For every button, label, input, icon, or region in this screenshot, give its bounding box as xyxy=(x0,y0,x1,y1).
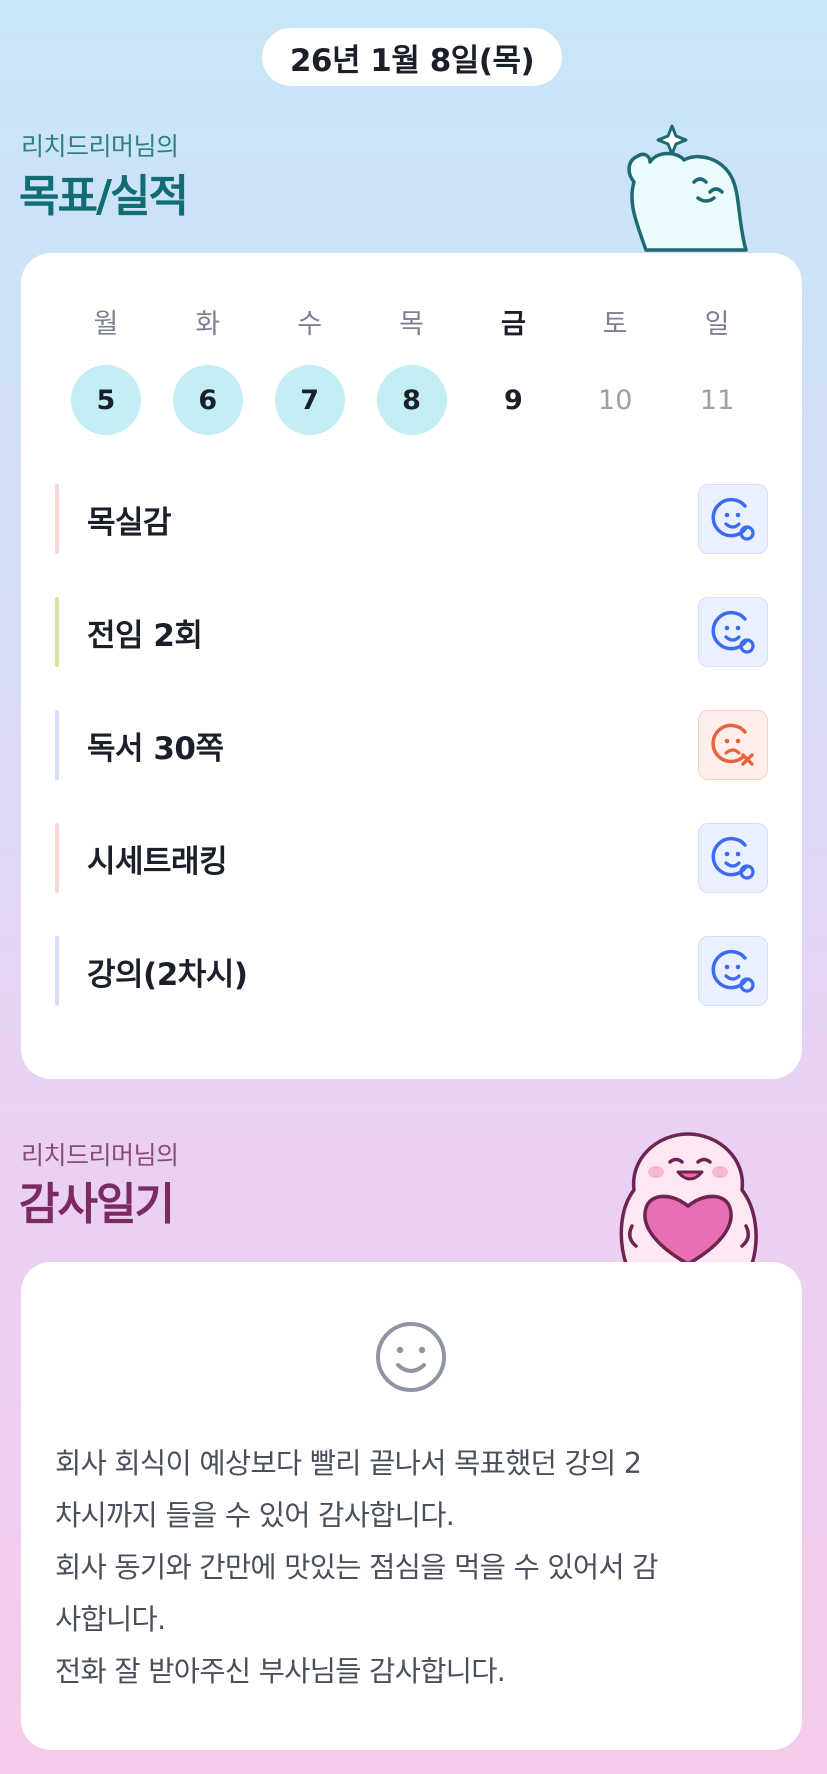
goal-label: 목실감 xyxy=(87,504,172,541)
date-cell-completed[interactable]: 5 xyxy=(70,365,141,435)
goal-item[interactable]: 독서 30쪽 xyxy=(55,710,768,780)
date-cell-future[interactable]: 10 xyxy=(580,365,650,435)
date-cell-completed[interactable]: 6 xyxy=(172,365,243,435)
date-cell-today[interactable]: 9 xyxy=(478,365,548,435)
date-pill[interactable]: 26년 1월 8일(목) xyxy=(262,28,562,86)
mood-indicator xyxy=(374,1320,448,1394)
goal-color-bar xyxy=(55,936,59,1006)
current-date: 26년 1월 8일(목) xyxy=(289,42,535,79)
goal-item[interactable]: 목실감 xyxy=(55,484,768,554)
weekday-label: 수 xyxy=(297,308,323,340)
weekday-label: 토 xyxy=(602,308,628,340)
date-cell-future[interactable]: 11 xyxy=(682,365,752,435)
goal-label: 전임 2회 xyxy=(87,617,203,654)
smile-check-icon xyxy=(711,836,755,880)
journal-line: 사합니다. xyxy=(55,1603,166,1636)
smile-check-icon xyxy=(711,949,755,993)
sad-x-icon xyxy=(711,723,754,766)
goal-status-button[interactable] xyxy=(698,484,768,554)
smile-face-icon xyxy=(376,1322,446,1392)
thanks-subtitle: 리치드리머님의 xyxy=(21,1141,179,1170)
goal-item[interactable]: 전임 2회 xyxy=(55,597,768,667)
goal-item[interactable]: 시세트래킹 xyxy=(55,823,768,893)
date-cell-selected[interactable]: 8 xyxy=(376,365,447,435)
goal-color-bar xyxy=(55,597,59,667)
weekday-header: 월 화 수 목 금 토 일 xyxy=(55,303,768,340)
journal-line: 회사 동기와 간만에 맛있는 점심을 먹을 수 있어서 감 xyxy=(55,1551,658,1584)
week-dates: 5 6 7 8 9 10 11 xyxy=(55,365,768,435)
weekday-label: 일 xyxy=(704,308,730,340)
goals-title: 목표/실적 xyxy=(19,171,189,222)
goal-color-bar xyxy=(55,823,59,893)
journal-line: 차시까지 들을 수 있어 감사합니다. xyxy=(55,1499,455,1532)
goals-card: 월 화 수 목 금 토 일 5 6 7 8 9 10 11 목실감 전임 2회 xyxy=(21,253,802,1079)
goal-label: 시세트래킹 xyxy=(87,843,228,880)
weekday-label: 목 xyxy=(399,308,424,340)
smile-check-icon xyxy=(711,497,755,541)
goal-color-bar xyxy=(55,710,59,780)
goal-label: 강의(2차시) xyxy=(87,956,248,993)
journal-line: 회사 회식이 예상보다 빨리 끝나서 목표했던 강의 2 xyxy=(55,1447,642,1480)
weekday-label-today: 금 xyxy=(500,308,526,340)
gratitude-journal-card: 회사 회식이 예상보다 빨리 끝나서 목표했던 강의 2 차시까지 들을 수 있… xyxy=(21,1262,802,1750)
goal-status-button[interactable] xyxy=(698,823,768,893)
goal-status-button[interactable] xyxy=(698,597,768,667)
goal-item[interactable]: 강의(2차시) xyxy=(55,936,768,1006)
smile-check-icon xyxy=(711,610,755,654)
goals-subtitle: 리치드리머님의 xyxy=(21,132,179,161)
journal-line: 전화 잘 받아주신 부사님들 감사합니다. xyxy=(55,1655,506,1688)
gratitude-journal-text: 회사 회식이 예상보다 빨리 끝나서 목표했던 강의 2 차시까지 들을 수 있… xyxy=(55,1438,768,1698)
goal-status-button[interactable] xyxy=(698,710,768,780)
ghost-mascot-icon xyxy=(627,124,748,252)
weekday-label: 화 xyxy=(195,308,221,340)
goal-label: 독서 30쪽 xyxy=(87,730,224,767)
thanks-title: 감사일기 xyxy=(19,1179,175,1230)
date-cell-completed[interactable]: 7 xyxy=(274,365,345,435)
weekday-label: 월 xyxy=(93,308,119,340)
goal-status-button[interactable] xyxy=(698,936,768,1006)
goal-color-bar xyxy=(55,484,59,554)
heart-mascot-icon xyxy=(619,1132,758,1264)
